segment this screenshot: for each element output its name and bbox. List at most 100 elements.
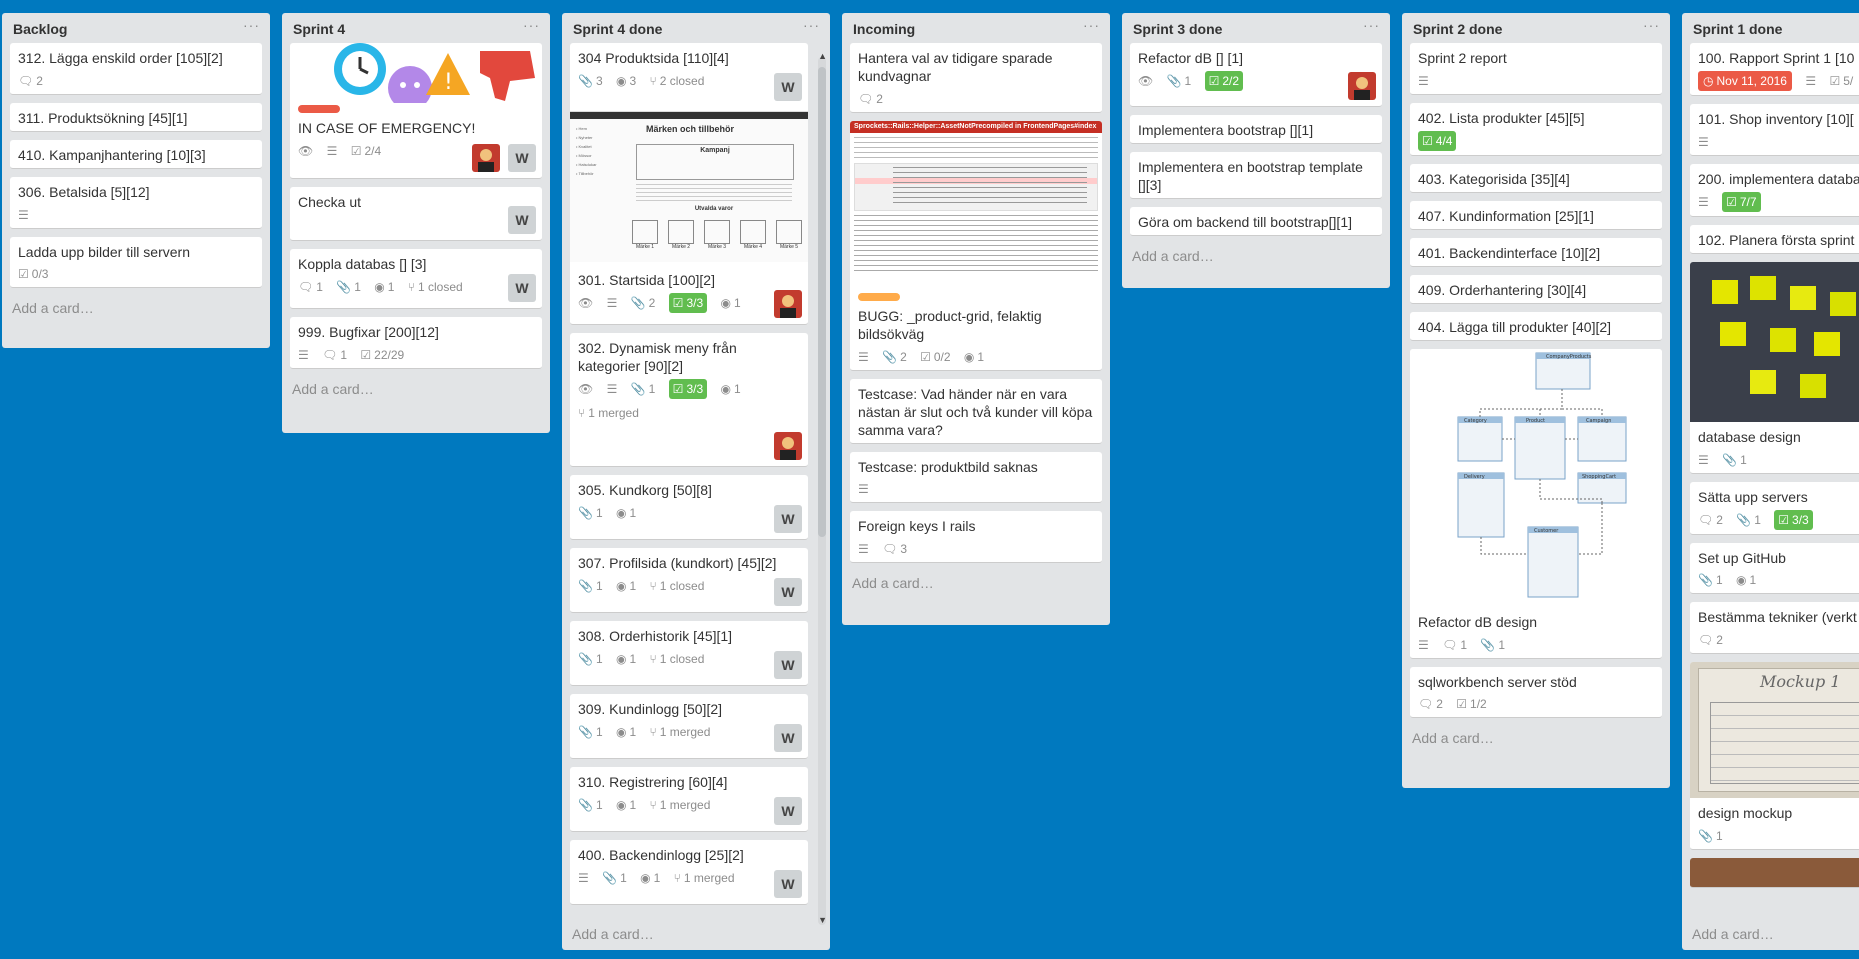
attachments-badge: 📎 1: [1698, 829, 1723, 844]
card[interactable]: 409. Orderhantering [30][4]: [1410, 274, 1662, 304]
card[interactable]: 311. Produktsökning [45][1]: [10, 102, 262, 132]
list-menu-icon[interactable]: ···: [523, 17, 540, 33]
member-avatar-w[interactable]: W: [774, 505, 802, 533]
card[interactable]: 302. Dynamisk meny från kategorier [90][…: [570, 333, 808, 467]
card[interactable]: Checka ut W: [290, 187, 542, 241]
member-avatar-w[interactable]: W: [774, 73, 802, 101]
github-badge: ◉ 1: [615, 797, 637, 812]
card[interactable]: Mockup 1 design mockup 📎 1: [1690, 662, 1859, 851]
card[interactable]: Ladda upp bilder till servern ☑ 0/3: [10, 236, 262, 289]
add-card-button[interactable]: Add a card…: [1402, 726, 1670, 756]
card[interactable]: 407. Kundinformation [25][1]: [1410, 200, 1662, 230]
mockup-item: Märke 1: [635, 244, 655, 250]
card[interactable]: Sprint 2 report ☰: [1410, 43, 1662, 95]
list-menu-icon[interactable]: ···: [1083, 17, 1100, 33]
card[interactable]: Implementera en bootstrap template [][3]: [1130, 152, 1382, 199]
card[interactable]: Set up GitHub 📎 1 ◉ 1: [1690, 542, 1859, 595]
list-header[interactable]: Incoming ···: [842, 13, 1110, 43]
card[interactable]: 306. Betalsida [5][12] ☰: [10, 176, 262, 229]
add-card-button[interactable]: Add a card…: [842, 571, 1110, 601]
member-avatar-w[interactable]: W: [774, 724, 802, 752]
card[interactable]: Göra om backend till bootstrap[][1]: [1130, 207, 1382, 236]
list-header[interactable]: Sprint 2 done ···: [1402, 13, 1670, 43]
card[interactable]: Foreign keys I rails ☰ 🗨 3: [850, 511, 1102, 564]
card[interactable]: CompanyProducts Category Product Campaig…: [1410, 348, 1662, 659]
member-avatar[interactable]: [774, 290, 802, 318]
card[interactable]: 403. Kategorisida [35][4]: [1410, 163, 1662, 193]
card[interactable]: 404. Lägga till produkter [40][2]: [1410, 311, 1662, 341]
card[interactable]: 305. Kundkorg [50][8] 📎 1 ◉ 1 W: [570, 475, 808, 540]
card[interactable]: Refactor dB [] [1] 👁 📎 1 ☑ 2/2: [1130, 43, 1382, 107]
pull-request-badge: ⑂ 1 merged: [578, 405, 639, 420]
card[interactable]: Implementera bootstrap [][1]: [1130, 115, 1382, 144]
card[interactable]: 307. Profilsida (kundkort) [45][2] 📎 1 ◉ 1…: [570, 548, 808, 613]
card[interactable]: 304 Produktsida [110][4] 📎 3 ◉ 3 ⑂ 2 closed…: [570, 43, 808, 325]
card-title: Testcase: produktbild saknas: [858, 458, 1038, 475]
member-avatar-w[interactable]: W: [508, 274, 536, 302]
checklist-complete-badge: ☑ 3/3: [668, 293, 708, 313]
list-header[interactable]: Sprint 4 ···: [282, 13, 550, 43]
attachments-badge: 📎 1: [578, 724, 603, 739]
member-avatar-w[interactable]: W: [774, 651, 802, 679]
card-title: sqlworkbench server stöd: [1418, 673, 1577, 690]
scrollbar-thumb[interactable]: [818, 67, 826, 537]
card-title: Foreign keys I rails: [858, 518, 976, 535]
card[interactable]: 999. Bugfixar [200][12] ☰ 🗨 1 ☑ 22/29: [290, 317, 542, 369]
card[interactable]: 410. Kampanjhantering [10][3]: [10, 139, 262, 169]
add-card-button[interactable]: Add a card…: [282, 377, 550, 407]
card[interactable]: Testcase: produktbild saknas ☰: [850, 451, 1102, 504]
add-card-button[interactable]: Add a card…: [1122, 244, 1390, 274]
github-badge: ◉ 1: [720, 382, 741, 396]
card[interactable]: 100. Rapport Sprint 1 [10 ◷ Nov 11, 2016 …: [1690, 43, 1859, 96]
scroll-up-arrow-icon[interactable]: ▲: [818, 51, 827, 61]
checklist-icon: ☑: [360, 347, 372, 362]
member-avatar-w[interactable]: W: [774, 870, 802, 898]
card[interactable]: Sätta upp servers 🗨 2 📎 1 ☑ 3/3: [1690, 481, 1859, 535]
card[interactable]: Testcase: Vad händer när en vara nästan …: [850, 378, 1102, 444]
member-avatar[interactable]: [1348, 72, 1376, 100]
list-header[interactable]: Backlog ···: [2, 13, 270, 43]
card-title: BUGG: _product-grid, felaktig bildsökväg: [858, 307, 1042, 342]
checklist-badge: ☑ 5/: [1829, 74, 1854, 88]
card[interactable]: database design ☰ 📎 1: [1690, 261, 1859, 474]
member-avatar[interactable]: [774, 432, 802, 460]
list-menu-icon[interactable]: ···: [1363, 17, 1380, 33]
card[interactable]: 312. Lägga enskild order [105][2] 🗨 2: [10, 43, 262, 95]
card[interactable]: Koppla databas [] [3] 🗨 1 📎 1 ◉ 1 ⑂ 1 closed…: [290, 249, 542, 309]
member-avatar-w[interactable]: W: [508, 206, 536, 234]
card[interactable]: 310. Registrering [60][4] 📎 1 ◉ 1 ⑂ 1 merge…: [570, 767, 808, 832]
add-card-button[interactable]: Add a card…: [1682, 914, 1859, 950]
member-avatar-w[interactable]: W: [774, 797, 802, 825]
card[interactable]: Bestämma tekniker (verkt 🗨 2: [1690, 602, 1859, 655]
member-avatar[interactable]: [472, 144, 500, 172]
card[interactable]: 400. Backendinlogg [25][2] ☰ 📎 1 ◉ 1 ⑂ 1 me…: [570, 840, 808, 905]
list-header[interactable]: Sprint 1 done: [1682, 13, 1859, 43]
card[interactable]: ! IN CASE OF EMERGENCY! 👁 ☰ ☑ 2/4 W: [290, 43, 542, 179]
card[interactable]: 308. Orderhistorik [45][1] 📎 1 ◉ 1 ⑂ 1 clos…: [570, 621, 808, 686]
add-card-button[interactable]: Add a card…: [562, 914, 830, 950]
member-avatar-w[interactable]: W: [508, 144, 536, 172]
card[interactable]: Hantera val av tidigare sparade kundvagn…: [850, 43, 1102, 113]
list-menu-icon[interactable]: ···: [1643, 17, 1660, 33]
card[interactable]: 309. Kundinlogg [50][2] 📎 1 ◉ 1 ⑂ 1 merged …: [570, 694, 808, 759]
list-header[interactable]: Sprint 4 done ···: [562, 13, 830, 43]
card-title: 100. Rapport Sprint 1 [10: [1698, 50, 1855, 66]
card-cover-image[interactable]: [1690, 858, 1859, 889]
list-scrollbar[interactable]: [818, 57, 826, 925]
card[interactable]: 101. Shop inventory [10][ ☰: [1690, 104, 1859, 156]
list-menu-icon[interactable]: ···: [243, 17, 260, 33]
list-menu-icon[interactable]: ···: [803, 17, 820, 33]
member-avatar-w[interactable]: W: [774, 578, 802, 606]
card[interactable]: sqlworkbench server stöd 🗨 2 ☑ 1/2: [1410, 666, 1662, 719]
list-header[interactable]: Sprint 3 done ···: [1122, 13, 1390, 43]
card[interactable]: 402. Lista produkter [45][5] ☑ 4/4: [1410, 102, 1662, 156]
card-title: 310. Registrering [60][4]: [578, 774, 728, 790]
card[interactable]: 200. implementera databa [60][4] ☰ ☑7/7: [1690, 163, 1859, 217]
scroll-down-arrow-icon[interactable]: ▼: [818, 915, 827, 925]
card[interactable]: 102. Planera första sprint: [1690, 224, 1859, 254]
checklist-complete-badge: ☑ 7/7: [1722, 191, 1761, 212]
card[interactable]: Sprockets::Rails::Helper::AssetNotPrecom…: [850, 120, 1102, 371]
add-card-button[interactable]: Add a card…: [2, 296, 270, 326]
card[interactable]: 401. Backendinterface [10][2]: [1410, 237, 1662, 267]
mockup-item: Märke 5: [779, 244, 799, 250]
